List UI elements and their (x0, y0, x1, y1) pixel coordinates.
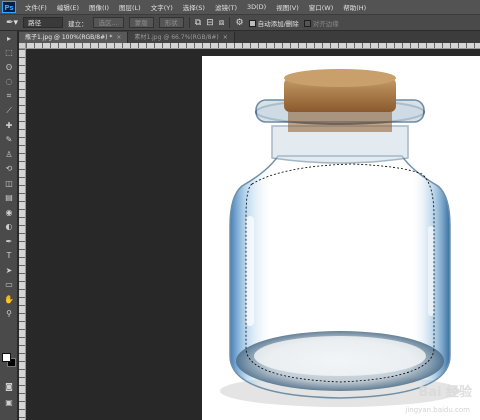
align-edges-label: 对齐边缘 (312, 19, 339, 28)
watermark-url: jingyan.baidu.com (405, 406, 470, 414)
zoom-icon[interactable]: ⚲ (0, 307, 18, 322)
lasso-icon[interactable]: ʘ (0, 60, 18, 75)
pen-tool-preset-icon[interactable]: ✒▾ (6, 18, 18, 28)
tab-label: 素材1.jpg @ 66.7%(RGB/8#) (134, 34, 219, 41)
checkbox-checked-icon (248, 20, 256, 27)
checkbox-unchecked-icon (303, 20, 311, 27)
options-bar: ✒▾ 路径 建立： 选区... 蒙版 形状 ⧉ ⊟ ⧈ ⚙ 自动添加/删除 对齐… (0, 14, 480, 31)
path-arrangement-icon[interactable]: ⧈ (219, 18, 225, 28)
document-tabs: 瓶子1.jpg @ 100%(RGB/8#) * × 素材1.jpg @ 66.7… (19, 31, 480, 43)
healing-brush-icon[interactable]: ✚ (0, 118, 18, 133)
document-canvas[interactable]: Bai 经验 jingyan.baidu.com (202, 56, 480, 420)
menu-file[interactable]: 文件(F) (20, 2, 52, 12)
tab-label: 瓶子1.jpg @ 100%(RGB/8#) * (25, 34, 113, 41)
make-selection-button[interactable]: 选区... (92, 17, 124, 28)
glass-jar-image (220, 69, 460, 407)
menu-layer[interactable]: 图层(L) (114, 2, 146, 12)
menu-type[interactable]: 文字(Y) (146, 2, 178, 12)
pen-icon[interactable]: ✒ (0, 234, 18, 249)
make-mask-button[interactable]: 蒙版 (128, 17, 154, 28)
auto-add-delete-checkbox[interactable]: 自动添加/删除 (248, 18, 299, 28)
menu-view[interactable]: 视图(V) (271, 2, 304, 12)
tab-document-2[interactable]: 素材1.jpg @ 66.7%(RGB/8#) × (128, 32, 235, 43)
close-icon[interactable]: × (223, 34, 228, 41)
quick-select-icon[interactable]: ◌ (0, 75, 18, 90)
eraser-icon[interactable]: ◫ (0, 176, 18, 191)
crop-icon[interactable]: ⌗ (0, 89, 18, 104)
dodge-icon[interactable]: ◐ (0, 220, 18, 235)
path-select-icon[interactable]: ➤ (0, 263, 18, 278)
align-edges-checkbox[interactable]: 对齐边缘 (303, 18, 339, 28)
watermark-logo: Bai 经验 (418, 385, 472, 400)
pen-mode-select[interactable]: 路径 (23, 17, 64, 28)
brush-icon[interactable]: ✎ (0, 133, 18, 148)
eyedropper-icon[interactable]: ⟋ (0, 104, 18, 119)
menu-window[interactable]: 窗口(W) (304, 2, 339, 12)
vertical-ruler[interactable] (19, 49, 26, 420)
menu-3d[interactable]: 3D(D) (242, 3, 271, 11)
gradient-icon[interactable]: ▤ (0, 191, 18, 206)
menu-edit[interactable]: 编辑(E) (52, 2, 84, 12)
close-icon[interactable]: × (116, 34, 121, 41)
tools-panel: ▸ ⬚ ʘ ◌ ⌗ ⟋ ✚ ✎ ♙ ⟲ ◫ ▤ ◉ ◐ ✒ T ➤ ▭ ✋ ⚲ ◙ ▣ (0, 31, 18, 420)
auto-add-delete-label: 自动添加/删除 (257, 19, 299, 28)
clone-stamp-icon[interactable]: ♙ (0, 147, 18, 162)
type-icon[interactable]: T (0, 249, 18, 264)
screen-mode-icon[interactable]: ▣ (0, 395, 18, 410)
app-logo: Ps (2, 1, 16, 13)
move-icon[interactable]: ▸ (0, 31, 18, 46)
separator (188, 17, 190, 28)
menu-filter[interactable]: 滤镜(T) (210, 2, 242, 12)
separator (229, 17, 231, 28)
menu-help[interactable]: 帮助(H) (338, 2, 371, 12)
gear-icon[interactable]: ⚙ (235, 18, 243, 28)
make-shape-button[interactable]: 形状 (158, 17, 184, 28)
foreground-color-swatch[interactable] (2, 353, 11, 362)
rectangle-icon[interactable]: ▭ (0, 278, 18, 293)
path-operations-icon[interactable]: ⧉ (195, 18, 201, 28)
hand-icon[interactable]: ✋ (0, 292, 18, 307)
menu-image[interactable]: 图像(I) (84, 2, 114, 12)
menu-bar: Ps 文件(F) 编辑(E) 图像(I) 图层(L) 文字(Y) 选择(S) 滤… (0, 0, 480, 14)
quick-mask-icon[interactable]: ◙ (0, 379, 18, 394)
path-alignment-icon[interactable]: ⊟ (206, 18, 214, 28)
menu-select[interactable]: 选择(S) (178, 2, 210, 12)
marquee-icon[interactable]: ⬚ (0, 46, 18, 61)
history-brush-icon[interactable]: ⟲ (0, 162, 18, 177)
tab-document-1[interactable]: 瓶子1.jpg @ 100%(RGB/8#) * × (19, 32, 129, 43)
build-label: 建立： (68, 19, 88, 28)
blur-icon[interactable]: ◉ (0, 205, 18, 220)
